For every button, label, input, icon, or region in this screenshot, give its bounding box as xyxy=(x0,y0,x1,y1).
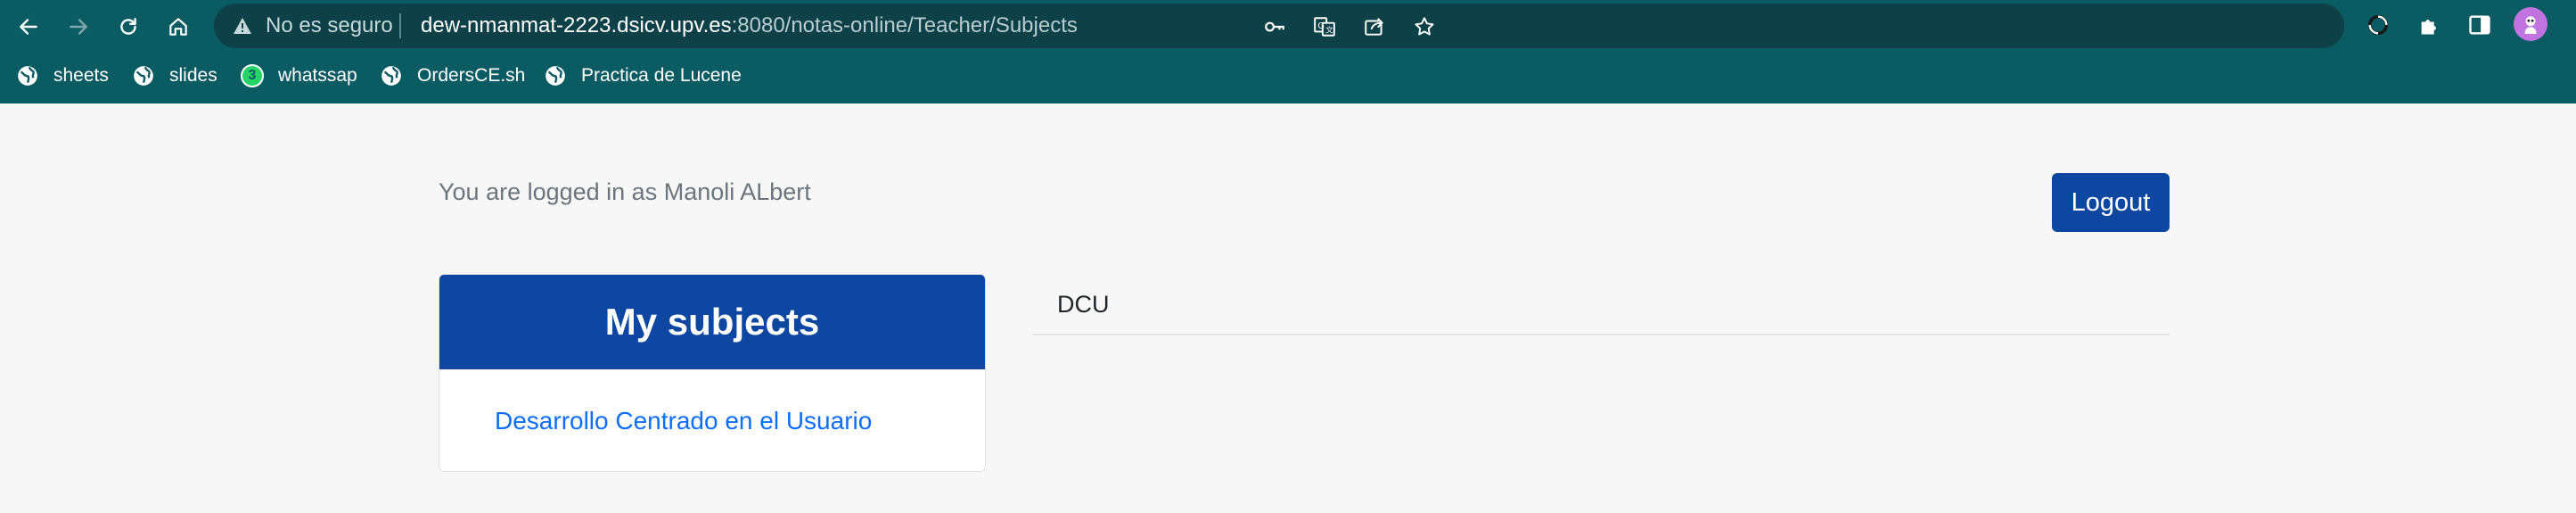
address-bar[interactable]: No es seguro dew-nmanmat-2223.dsicv.upv.… xyxy=(214,4,2344,48)
logout-button[interactable]: Logout xyxy=(2052,173,2170,232)
forward-arrow-icon[interactable] xyxy=(62,11,94,43)
sync-icon[interactable] xyxy=(2364,11,2392,39)
globe-icon xyxy=(134,66,153,86)
side-panel-icon[interactable] xyxy=(2465,11,2494,39)
translate-icon[interactable]: G文 xyxy=(1312,14,1337,39)
bookmark-label: slides xyxy=(169,65,217,86)
selected-subject-code: DCU xyxy=(1057,291,1110,318)
globe-icon xyxy=(18,66,37,86)
bookmark-label: sheets xyxy=(53,65,109,86)
svg-text:文: 文 xyxy=(1325,25,1333,36)
url-host: dew-nmanmat-2223.dsicv.upv.es xyxy=(421,13,732,37)
profile-avatar-icon[interactable] xyxy=(2514,7,2547,41)
svg-text:G: G xyxy=(1317,21,1325,31)
key-icon[interactable] xyxy=(1262,14,1287,39)
puzzle-extensions-icon[interactable] xyxy=(2416,11,2444,39)
reload-icon[interactable] xyxy=(112,11,144,43)
bookmark-orderscesh[interactable]: OrdersCE.sh xyxy=(380,62,525,89)
whatsapp-icon: 3 xyxy=(241,64,264,87)
divider xyxy=(1033,334,2170,335)
bookmark-label: OrdersCE.sh xyxy=(417,65,526,86)
bookmark-label: Practica de Lucene xyxy=(581,65,742,86)
globe-icon xyxy=(546,66,565,86)
share-icon[interactable] xyxy=(1362,14,1387,39)
warning-triangle-icon[interactable] xyxy=(232,15,253,41)
security-label[interactable]: No es seguro xyxy=(266,13,393,38)
bookmark-sheets[interactable]: sheets xyxy=(16,62,109,89)
home-icon[interactable] xyxy=(162,11,194,43)
bookmark-whatssap[interactable]: 3 whatssap xyxy=(241,62,357,89)
bookmark-label: whatssap xyxy=(278,65,357,86)
subjects-card-title: My subjects xyxy=(439,275,985,369)
bookmark-practica-lucene[interactable]: Practica de Lucene xyxy=(544,62,742,89)
omnibox-divider xyxy=(399,13,401,38)
browser-toolbar: No es seguro dew-nmanmat-2223.dsicv.upv.… xyxy=(0,0,2576,103)
back-arrow-icon[interactable] xyxy=(12,11,45,43)
url-text[interactable]: dew-nmanmat-2223.dsicv.upv.es:8080/notas… xyxy=(421,13,1078,38)
login-status-text: You are logged in as Manoli ALbert xyxy=(439,178,811,205)
subject-link[interactable]: Desarrollo Centrado en el Usuario xyxy=(495,407,872,435)
globe-icon xyxy=(381,66,401,86)
subjects-card: My subjects Desarrollo Centrado en el Us… xyxy=(439,274,986,472)
url-path: :8080/notas-online/Teacher/Subjects xyxy=(731,13,1078,37)
bookmark-slides[interactable]: slides xyxy=(132,62,217,89)
star-icon[interactable] xyxy=(1412,14,1437,39)
